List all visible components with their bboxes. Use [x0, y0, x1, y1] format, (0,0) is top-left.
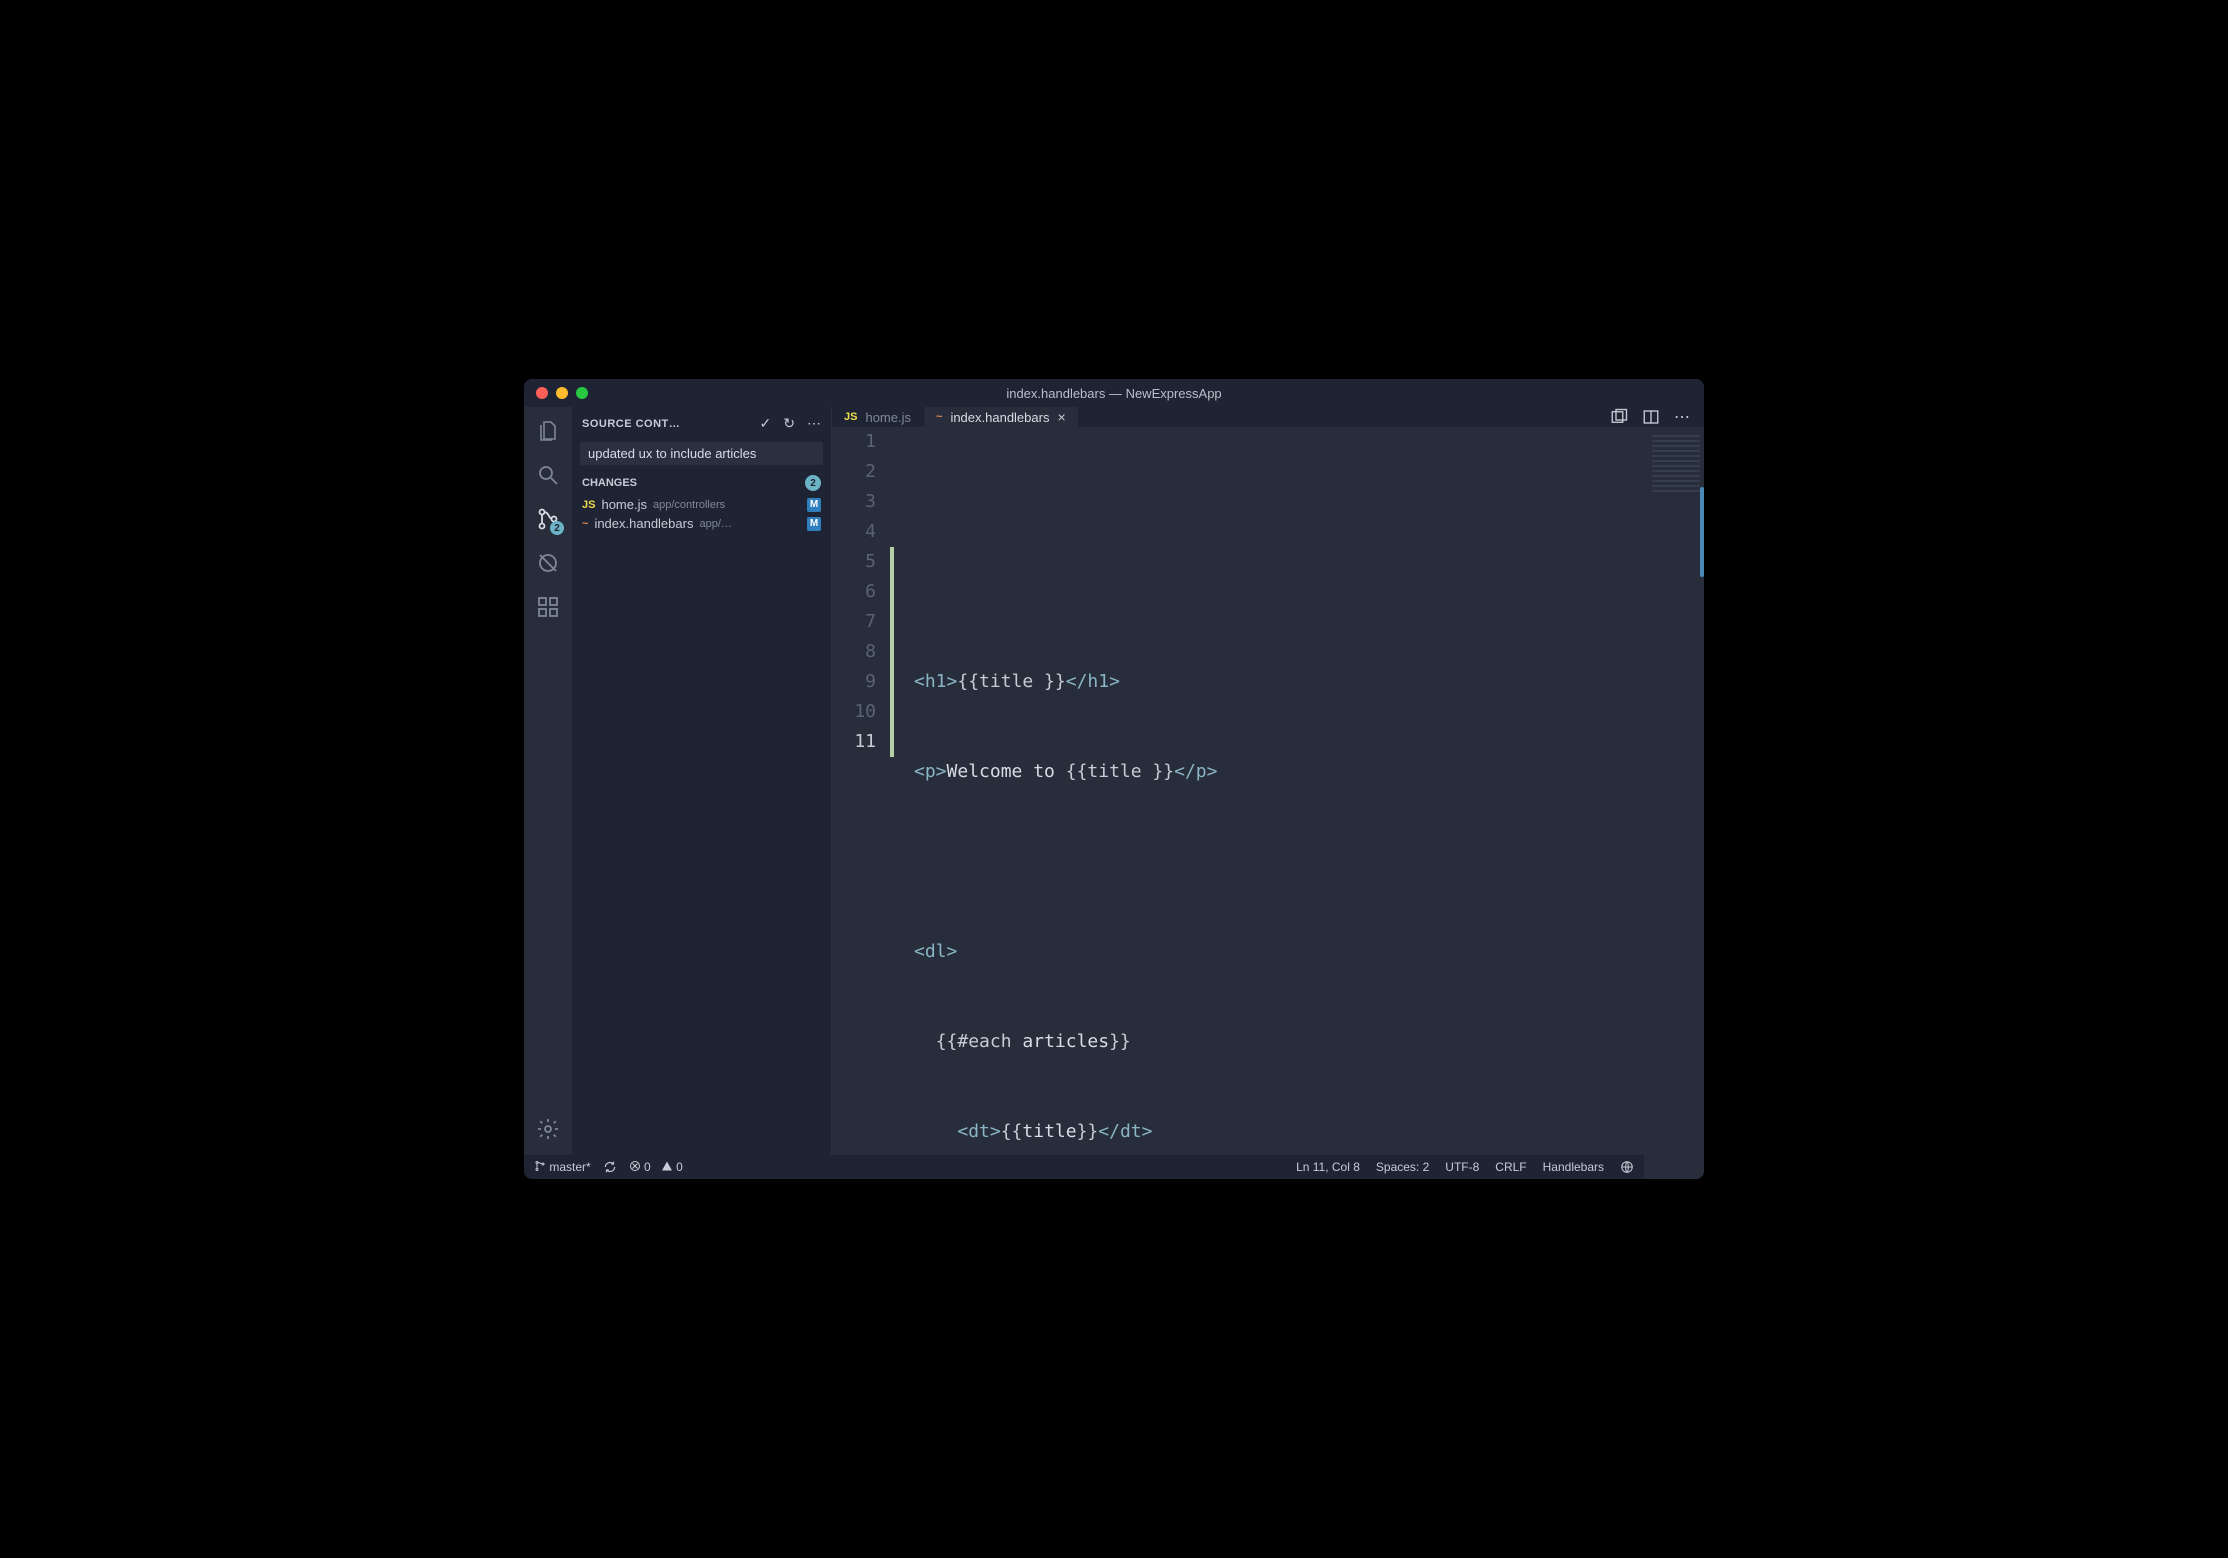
zoom-window-button[interactable] — [576, 387, 588, 399]
changes-count-badge: 2 — [805, 475, 821, 491]
settings-gear-icon[interactable] — [536, 1117, 560, 1141]
file-path: app/controllers — [653, 499, 801, 511]
tab-label: index.handlebars — [950, 410, 1049, 425]
more-editor-actions-icon[interactable]: ⋯ — [1674, 407, 1690, 427]
split-editor-icon[interactable] — [1642, 408, 1660, 426]
file-name: home.js — [601, 497, 647, 512]
code-editor[interactable]: 1 2 3 4 5 6 7 8 9 10 11 <h1>{{title }}< — [832, 427, 1704, 1179]
extensions-icon[interactable] — [536, 595, 560, 619]
problems-status[interactable]: 0 0 — [629, 1160, 683, 1174]
debug-icon[interactable] — [536, 551, 560, 575]
tab-label: home.js — [865, 410, 911, 425]
editor-group: JS home.js ~ index.handlebars × ⋯ — [832, 407, 1704, 1155]
file-path: app/… — [699, 518, 801, 530]
commit-message-input[interactable] — [580, 442, 823, 465]
changed-file-row[interactable]: JS home.js app/controllers M — [572, 495, 831, 514]
tab-home-js[interactable]: JS home.js — [832, 407, 924, 427]
js-file-icon: JS — [844, 411, 857, 423]
search-icon[interactable] — [536, 463, 560, 487]
source-control-icon[interactable]: 2 — [536, 507, 560, 531]
panel-title: SOURCE CONT… — [582, 418, 752, 430]
handlebars-file-icon: ~ — [936, 411, 942, 423]
sync-icon[interactable] — [603, 1160, 617, 1175]
refresh-icon[interactable]: ↻ — [783, 415, 795, 432]
source-control-panel: SOURCE CONT… ✓ ↻ ⋯ CHANGES 2 JS home.js … — [572, 407, 832, 1155]
titlebar: index.handlebars — NewExpressApp — [524, 379, 1704, 407]
modified-badge: M — [807, 517, 821, 531]
modified-badge: M — [807, 498, 821, 512]
tab-index-handlebars[interactable]: ~ index.handlebars × — [924, 407, 1079, 427]
window: index.handlebars — NewExpressApp 2 — [524, 379, 1704, 1179]
commit-icon[interactable]: ✓ — [760, 415, 772, 432]
close-window-button[interactable] — [536, 387, 548, 399]
explorer-icon[interactable] — [536, 419, 560, 443]
more-actions-icon[interactable]: ⋯ — [807, 415, 821, 432]
line-number-gutter: 1 2 3 4 5 6 7 8 9 10 11 — [832, 427, 894, 1179]
traffic-lights — [524, 387, 588, 399]
scm-badge: 2 — [550, 521, 564, 535]
file-name: index.handlebars — [594, 516, 693, 531]
js-file-icon: JS — [582, 499, 595, 511]
git-branch-status[interactable]: master* — [534, 1160, 591, 1174]
window-title: index.handlebars — NewExpressApp — [1006, 386, 1221, 401]
handlebars-file-icon: ~ — [582, 518, 588, 530]
minimap[interactable] — [1644, 427, 1704, 1179]
editor-tabs: JS home.js ~ index.handlebars × ⋯ — [832, 407, 1704, 427]
minimize-window-button[interactable] — [556, 387, 568, 399]
changed-file-row[interactable]: ~ index.handlebars app/… M — [572, 514, 831, 533]
compare-changes-icon[interactable] — [1610, 408, 1628, 426]
activity-bar: 2 — [524, 407, 572, 1155]
code-content[interactable]: <h1>{{title }}</h1> <p>Welcome to {{titl… — [894, 427, 1644, 1179]
changes-label: CHANGES — [582, 477, 637, 489]
close-tab-icon[interactable]: × — [1057, 409, 1065, 425]
scrollbar-thumb[interactable] — [1700, 487, 1704, 577]
